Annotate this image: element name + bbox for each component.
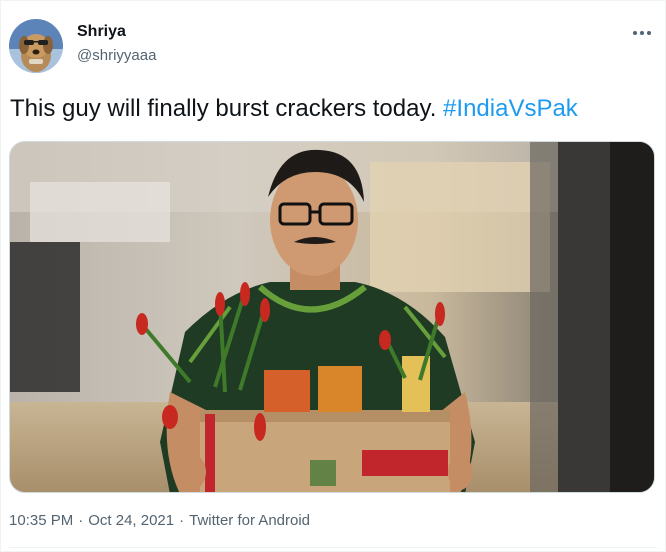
- dog-avatar-icon[interactable]: [9, 19, 63, 73]
- tweet-body-text: This guy will finally burst crackers tod…: [10, 95, 437, 122]
- tweet-text: This guy will finally burst crackers tod…: [10, 93, 578, 125]
- tweet-client[interactable]: Twitter for Android: [189, 512, 310, 529]
- author-handle[interactable]: @shriyyaaa: [77, 47, 156, 64]
- tweet-photo[interactable]: [9, 141, 655, 493]
- tweet-card[interactable]: Shriya @shriyyaaa This guy will finally …: [0, 0, 666, 552]
- author-display-name[interactable]: Shriya: [77, 23, 126, 41]
- meta-separator: ·: [78, 512, 84, 529]
- tweet-date[interactable]: Oct 24, 2021: [88, 512, 174, 529]
- tweet-meta: 10:35 PM · Oct 24, 2021 · Twitter for Androi…: [9, 512, 310, 529]
- hashtag-link[interactable]: #IndiaVsPak: [443, 95, 578, 122]
- photo-man-carrying-firecrackers-box: [10, 142, 654, 492]
- divider: [9, 547, 657, 548]
- meta-separator: ·: [179, 512, 185, 529]
- more-dots-icon: [633, 31, 651, 35]
- more-options-button[interactable]: [625, 19, 659, 47]
- tweet-time[interactable]: 10:35 PM: [9, 512, 73, 529]
